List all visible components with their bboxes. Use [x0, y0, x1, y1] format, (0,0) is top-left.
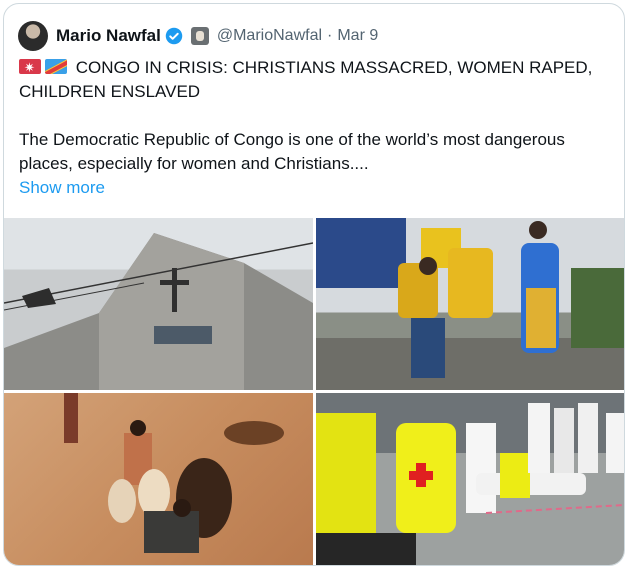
affiliate-badge-icon[interactable] — [190, 27, 209, 45]
post-date[interactable]: Mar 9 — [337, 27, 378, 45]
show-more-link[interactable]: Show more — [19, 176, 609, 200]
verified-badge-icon — [165, 27, 183, 45]
tweet-card[interactable]: Mario Nawfal @MarioNawfal · Mar 9 CONGO … — [3, 3, 625, 566]
photo-porters[interactable] — [316, 218, 624, 390]
photo-ebola-workers[interactable] — [316, 393, 624, 565]
drc-flag-icon — [45, 59, 67, 74]
body-text: The Democratic Republic of Congo is one … — [19, 130, 565, 173]
headline-text: CONGO IN CRISIS: CHRISTIANS MASSACRED, W… — [19, 58, 593, 101]
tweet-text: CONGO IN CRISIS: CHRISTIANS MASSACRED, W… — [19, 56, 609, 200]
media-grid — [4, 218, 624, 565]
photo-mine[interactable] — [4, 393, 313, 565]
author-handle[interactable]: @MarioNawfal — [217, 27, 322, 45]
author-avatar[interactable] — [18, 21, 48, 51]
author-name[interactable]: Mario Nawfal — [56, 26, 161, 46]
sos-flag-icon — [19, 59, 41, 74]
headline-line: CONGO IN CRISIS: CHRISTIANS MASSACRED, W… — [19, 56, 609, 104]
photo-church[interactable] — [4, 218, 313, 390]
tweet-header: Mario Nawfal @MarioNawfal · Mar 9 — [18, 18, 378, 54]
separator-dot: · — [327, 27, 333, 44]
